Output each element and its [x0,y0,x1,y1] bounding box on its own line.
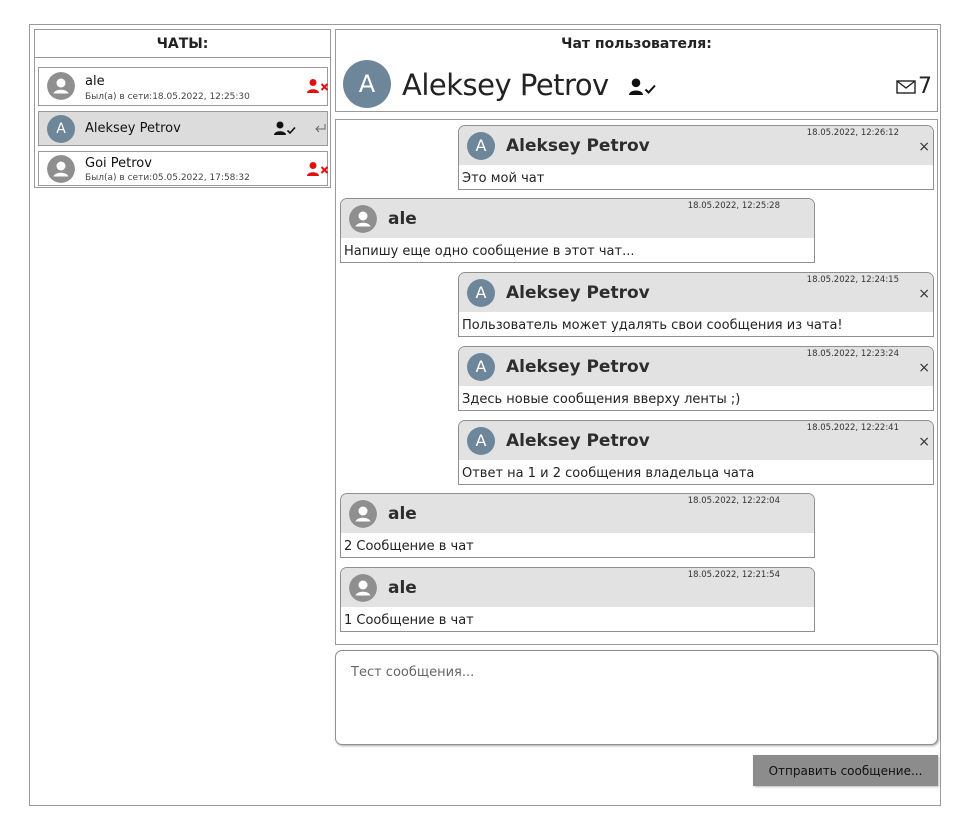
chat-item-last-seen: Был(а) в сети:05.05.2022, 17:58:32 [85,173,250,183]
message-author: Aleksey Petrov [506,136,650,156]
avatar: A [47,115,75,143]
message-header: ale 18.05.2022, 12:25:28 [341,199,814,238]
message-time: 18.05.2022, 12:26:12 [806,128,899,138]
message-header: A Aleksey Petrov 18.05.2022, 12:26:12 × [459,126,933,165]
reply-arrow-icon[interactable] [314,123,326,133]
avatar: A [467,132,495,160]
message-header: ale 18.05.2022, 12:22:04 [341,494,814,533]
message-item: A Aleksey Petrov 18.05.2022, 12:22:41 × … [458,420,934,485]
chat-item-last-seen: Был(а) в сети:18.05.2022, 12:25:30 [85,92,250,102]
person-check-icon [629,78,656,95]
message-item: A Aleksey Petrov 18.05.2022, 12:23:24 × … [458,346,934,411]
chat-header: Чат пользователя: A Aleksey Petrov 7 [335,29,938,112]
mail-icon [896,80,916,94]
message-time: 18.05.2022, 12:24:15 [806,275,899,285]
avatar: A [467,279,495,307]
message-item: ale 18.05.2022, 12:22:04 2 Сообщение в ч… [340,493,815,558]
message-item: ale 18.05.2022, 12:21:54 1 Сообщение в ч… [340,567,815,632]
message-author: ale [388,504,417,524]
person-remove-icon [307,162,329,176]
chat-item-name: Goi Petrov [85,156,152,171]
chats-panel: ЧАТЫ: ale Был(а) в сети:18.05.2022, 12:2… [34,29,331,188]
user-circle-icon [349,574,377,602]
chat-item-name: ale [85,74,105,89]
message-time: 18.05.2022, 12:23:24 [806,349,899,359]
message-text: Ответ на 1 и 2 сообщения владельца чата [462,466,755,481]
chat-header-title: Чат пользователя: [561,36,712,52]
message-input[interactable] [335,650,938,745]
user-circle-icon [349,205,377,233]
message-text: Пользователь может удалять свои сообщени… [462,318,843,333]
message-text: Напишу еще одно сообщение в этот чат... [344,244,635,259]
message-author: Aleksey Petrov [506,283,650,303]
close-icon[interactable]: × [918,435,930,449]
message-feed: A Aleksey Petrov 18.05.2022, 12:26:12 × … [335,119,938,645]
chat-item-aleksey-petrov[interactable]: A Aleksey Petrov [38,111,328,146]
chat-user-name: Aleksey Petrov [402,68,609,102]
message-header: ale 18.05.2022, 12:21:54 [341,568,814,607]
message-text: Это мой чат [462,171,545,186]
message-time: 18.05.2022, 12:22:04 [687,496,780,506]
close-icon[interactable]: × [918,287,930,301]
avatar: A [467,427,495,455]
message-author: Aleksey Petrov [506,357,650,377]
chats-panel-title: ЧАТЫ: [35,30,330,58]
message-time: 18.05.2022, 12:25:28 [687,201,780,211]
chat-item-ale[interactable]: ale Был(а) в сети:18.05.2022, 12:25:30 [38,67,329,106]
message-text: Здесь новые сообщения вверху ленты ;) [462,392,741,407]
send-message-button[interactable]: Отправить сообщение... [753,755,938,786]
message-author: ale [388,209,417,229]
message-time: 18.05.2022, 12:21:54 [687,570,780,580]
chat-item-name: Aleksey Petrov [85,121,181,136]
close-icon[interactable]: × [918,361,930,375]
message-item: A Aleksey Petrov 18.05.2022, 12:24:15 × … [458,272,934,337]
message-item: A Aleksey Petrov 18.05.2022, 12:26:12 × … [458,125,934,190]
user-circle-icon [47,155,75,183]
message-text: 1 Сообщение в чат [344,613,474,628]
chat-app-window: ЧАТЫ: ale Был(а) в сети:18.05.2022, 12:2… [29,24,941,806]
message-header: A Aleksey Petrov 18.05.2022, 12:23:24 × [459,347,933,386]
close-icon[interactable]: × [918,140,930,154]
message-time: 18.05.2022, 12:22:41 [806,423,899,433]
avatar: A [343,60,391,108]
message-author: ale [388,578,417,598]
message-header: A Aleksey Petrov 18.05.2022, 12:24:15 × [459,273,933,312]
message-count: 7 [918,74,932,99]
person-check-icon [274,121,296,135]
message-item: ale 18.05.2022, 12:25:28 Напишу еще одно… [340,198,815,263]
chat-item-goi-petrov[interactable]: Goi Petrov Был(а) в сети:05.05.2022, 17:… [38,151,329,186]
user-circle-icon [47,72,75,100]
message-header: A Aleksey Petrov 18.05.2022, 12:22:41 × [459,421,933,460]
message-text: 2 Сообщение в чат [344,539,474,554]
avatar: A [467,353,495,381]
message-author: Aleksey Petrov [506,431,650,451]
person-remove-icon [307,79,329,93]
user-circle-icon [349,500,377,528]
